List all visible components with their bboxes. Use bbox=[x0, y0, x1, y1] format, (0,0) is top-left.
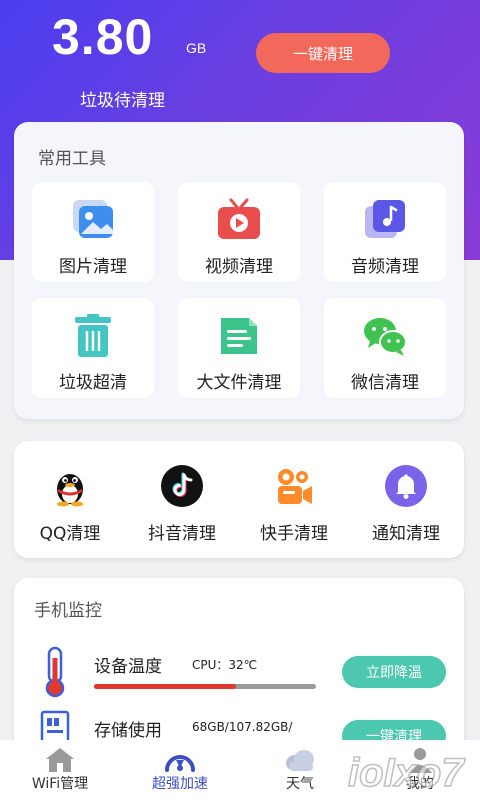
thermometer-icon bbox=[40, 646, 70, 698]
tool-label: 图片清理 bbox=[59, 257, 127, 277]
kuaishou-icon bbox=[273, 465, 315, 507]
video-icon bbox=[215, 198, 263, 242]
tab-label: 超强加速 bbox=[152, 776, 208, 792]
tool-image-clean[interactable]: 图片清理 bbox=[32, 182, 154, 282]
app-label: QQ清理 bbox=[39, 524, 101, 544]
app-clean-card: QQ清理 抖音清理 快手清理 通知清理 bbox=[14, 441, 464, 558]
trash-icon bbox=[69, 314, 117, 358]
storage-unit: GB bbox=[186, 40, 207, 56]
tab-label: WiFi管理 bbox=[31, 776, 89, 792]
tool-junk-clean[interactable]: 垃圾超清 bbox=[32, 298, 154, 398]
monitor-name: 存储使用 bbox=[94, 721, 162, 741]
common-tools-card: 常用工具 图片清理 视频清理 音频清理 垃圾超清 大文件清理 微信清理 bbox=[14, 122, 464, 419]
app-label: 通知清理 bbox=[372, 524, 440, 544]
tool-audio-clean[interactable]: 音频清理 bbox=[324, 182, 446, 282]
tab-speed-boost[interactable]: 超强加速 bbox=[120, 740, 240, 800]
tool-label: 音频清理 bbox=[351, 257, 419, 277]
app-screen: 3.80 GB 垃圾待清理 一键清理 常用工具 图片清理 视频清理 音频清理 垃… bbox=[0, 0, 480, 800]
qq-icon bbox=[49, 465, 91, 507]
watermark-logo: ioIxo7 bbox=[340, 742, 480, 800]
wechat-icon bbox=[361, 314, 409, 358]
temperature-bar bbox=[94, 684, 316, 689]
app-label: 快手清理 bbox=[260, 524, 328, 544]
speed-icon bbox=[163, 746, 197, 774]
music-icon bbox=[361, 198, 409, 242]
monitor-row-temperature: 设备温度 CPU：32℃ 立即降温 bbox=[14, 646, 464, 706]
tool-label: 大文件清理 bbox=[196, 373, 282, 393]
app-notification-clean[interactable]: 通知清理 bbox=[350, 461, 462, 551]
temperature-bar-fill bbox=[94, 684, 237, 689]
watermark-text: ioIxo7 bbox=[348, 751, 465, 795]
app-kuaishou-clean[interactable]: 快手清理 bbox=[238, 461, 350, 551]
one-click-clean-button[interactable]: 一键清理 bbox=[256, 33, 390, 73]
tool-wechat-clean[interactable]: 微信清理 bbox=[324, 298, 446, 398]
junk-subtitle: 垃圾待清理 bbox=[80, 91, 165, 111]
app-douyin-clean[interactable]: 抖音清理 bbox=[126, 461, 238, 551]
cloud-icon bbox=[283, 746, 317, 774]
tool-video-clean[interactable]: 视频清理 bbox=[178, 182, 300, 282]
storage-usage: 68GB/107.82GB/ bbox=[192, 720, 293, 734]
home-icon bbox=[43, 746, 77, 774]
cpu-temperature: CPU：32℃ bbox=[192, 658, 258, 672]
phone-monitor-title: 手机监控 bbox=[34, 601, 102, 621]
storage-value: 3.80 bbox=[52, 9, 154, 65]
bell-icon bbox=[385, 465, 427, 507]
tab-wifi-manage[interactable]: WiFi管理 bbox=[0, 740, 120, 800]
tiktok-icon bbox=[161, 465, 203, 507]
phone-monitor-card: 手机监控 设备温度 CPU：32℃ 立即降温 存储使用 68GB/107.82G… bbox=[14, 578, 464, 758]
cool-down-button[interactable]: 立即降温 bbox=[342, 656, 446, 688]
tool-label: 视频清理 bbox=[205, 257, 273, 277]
tool-large-file-clean[interactable]: 大文件清理 bbox=[178, 298, 300, 398]
tool-label: 垃圾超清 bbox=[59, 373, 127, 393]
app-qq-clean[interactable]: QQ清理 bbox=[14, 461, 126, 551]
common-tools-title: 常用工具 bbox=[38, 149, 106, 169]
image-icon bbox=[69, 198, 117, 242]
app-label: 抖音清理 bbox=[148, 524, 216, 544]
monitor-name: 设备温度 bbox=[94, 657, 162, 677]
file-icon bbox=[215, 314, 263, 358]
tool-label: 微信清理 bbox=[351, 373, 419, 393]
